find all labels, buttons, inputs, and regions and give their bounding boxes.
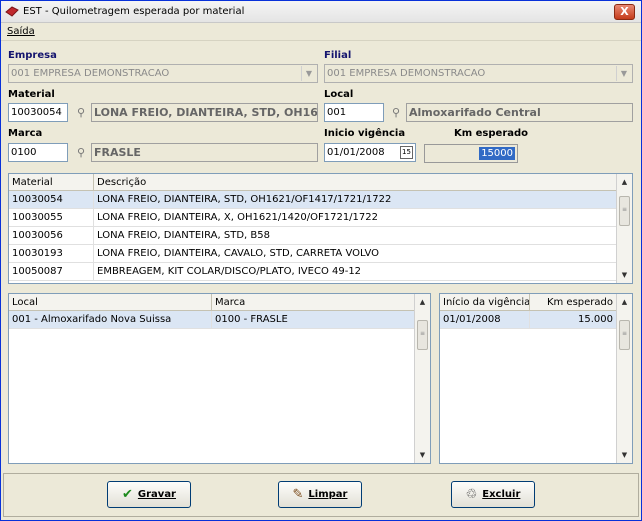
inicio-vigencia-label: Inicio vigência — [324, 128, 406, 139]
table-row[interactable]: 10030056 LONA FREIO, DIANTEIRA, STD, B58 — [9, 227, 617, 245]
marca-cell: 0100 - FRASLE — [212, 311, 415, 329]
descricao-cell: LONA FREIO, DIANTEIRA, STD, OH1621/OF141… — [94, 191, 617, 209]
inicio-vigencia-input[interactable]: 01/01/2008 15 — [324, 143, 416, 162]
empresa-label: Empresa — [8, 50, 57, 61]
locals-table[interactable]: Local Marca 001 - Almoxarifado Nova Suis… — [8, 293, 431, 464]
descricao-cell: EMBREAGEM, KIT COLAR/DISCO/PLATO, IVECO … — [94, 263, 617, 281]
inicio-vigencia-value: 01/01/2008 — [327, 147, 385, 158]
limpar-button[interactable]: ✎ Limpar — [278, 481, 362, 508]
scroll-up-icon[interactable]: ▲ — [415, 294, 430, 310]
table-header: Início da vigência Km esperado — [440, 294, 617, 311]
table-header: Material Descrição — [9, 174, 617, 191]
gravar-label: Gravar — [137, 489, 176, 500]
materials-table[interactable]: Material Descrição 10030054 LONA FREIO, … — [8, 173, 633, 284]
km-esperado-label: Km esperado — [454, 128, 529, 139]
local-description: Almoxarifado Central — [406, 103, 633, 122]
close-button[interactable]: X — [614, 4, 635, 20]
inicio-cell: 01/01/2008 — [440, 311, 530, 329]
material-cell: 10030055 — [9, 209, 94, 227]
column-header-descricao[interactable]: Descrição — [94, 174, 617, 191]
chevron-down-icon: ▼ — [301, 66, 316, 81]
material-cell: 10030054 — [9, 191, 94, 209]
menu-item-saida[interactable]: Saída — [7, 26, 35, 37]
excluir-label: Excluir — [482, 489, 521, 500]
material-cell: 10030056 — [9, 227, 94, 245]
table-row[interactable]: 10030054 LONA FREIO, DIANTEIRA, STD, OH1… — [9, 191, 617, 209]
scroll-down-icon[interactable]: ▼ — [617, 447, 632, 463]
filial-dropdown[interactable]: 001 EMPRESA DEMONSTRACAO ▼ — [324, 64, 633, 83]
gravar-button[interactable]: ✔ Gravar — [107, 481, 191, 508]
calendar-icon[interactable]: 15 — [400, 146, 413, 159]
menu-bar: Saída — [1, 23, 641, 41]
vertical-scrollbar[interactable]: ▲ ≡ ▼ — [616, 174, 632, 283]
checkmark-icon: ✔ — [122, 487, 133, 502]
window-title: EST - Quilometragem esperada por materia… — [23, 6, 245, 17]
km-esperado-input[interactable]: 15000 — [424, 144, 518, 163]
column-header-local[interactable]: Local — [9, 294, 212, 311]
material-code-input[interactable]: 10030054 — [8, 103, 68, 122]
broom-icon: ✎ — [292, 487, 304, 502]
column-header-inicio-vigencia[interactable]: Início da vigência — [440, 294, 530, 311]
material-cell: 10030193 — [9, 245, 94, 263]
scroll-down-icon[interactable]: ▼ — [415, 447, 430, 463]
km-esperado-value: 15000 — [479, 147, 515, 160]
binoculars-icon[interactable]: ⚲ — [72, 144, 90, 162]
scroll-thumb[interactable]: ≡ — [417, 320, 428, 350]
descricao-cell: LONA FREIO, DIANTEIRA, CAVALO, STD, CARR… — [94, 245, 617, 263]
vertical-scrollbar[interactable]: ▲ ≡ ▼ — [616, 294, 632, 463]
local-label: Local — [324, 89, 354, 100]
scroll-up-icon[interactable]: ▲ — [617, 174, 632, 190]
scroll-thumb[interactable]: ≡ — [619, 196, 630, 226]
marca-code-input[interactable]: 0100 — [8, 143, 68, 162]
vigencia-table[interactable]: Início da vigência Km esperado 01/01/200… — [439, 293, 633, 464]
filial-value: 001 EMPRESA DEMONSTRACAO — [327, 68, 486, 79]
scroll-down-icon[interactable]: ▼ — [617, 267, 632, 283]
column-header-marca[interactable]: Marca — [212, 294, 415, 311]
limpar-label: Limpar — [308, 489, 348, 500]
km-cell: 15.000 — [530, 311, 617, 329]
trash-icon: ♲ — [465, 487, 478, 502]
vertical-scrollbar[interactable]: ▲ ≡ ▼ — [414, 294, 430, 463]
binoculars-icon[interactable]: ⚲ — [387, 104, 405, 122]
column-header-km-esperado[interactable]: Km esperado — [530, 294, 617, 311]
table-row[interactable]: 01/01/2008 15.000 — [440, 311, 617, 329]
marca-label: Marca — [8, 128, 43, 139]
binoculars-icon[interactable]: ⚲ — [72, 104, 90, 122]
excluir-button[interactable]: ♲ Excluir — [451, 481, 535, 508]
filial-label: Filial — [324, 50, 352, 61]
table-header: Local Marca — [9, 294, 415, 311]
local-cell: 001 - Almoxarifado Nova Suissa — [9, 311, 212, 329]
chevron-down-icon: ▼ — [616, 66, 631, 81]
empresa-dropdown[interactable]: 001 EMPRESA DEMONSTRACAO ▼ — [8, 64, 318, 83]
column-header-material[interactable]: Material — [9, 174, 94, 191]
local-code-input[interactable]: 001 — [324, 103, 384, 122]
material-cell: 10050087 — [9, 263, 94, 281]
descricao-cell: LONA FREIO, DIANTEIRA, STD, B58 — [94, 227, 617, 245]
empresa-value: 001 EMPRESA DEMONSTRACAO — [11, 68, 170, 79]
table-row[interactable]: 10050087 EMBREAGEM, KIT COLAR/DISCO/PLAT… — [9, 263, 617, 281]
material-label: Material — [8, 89, 55, 100]
app-window: EST - Quilometragem esperada por materia… — [0, 0, 642, 521]
scroll-up-icon[interactable]: ▲ — [617, 294, 632, 310]
table-row[interactable]: 10030055 LONA FREIO, DIANTEIRA, X, OH162… — [9, 209, 617, 227]
app-icon — [5, 6, 19, 17]
material-description: LONA FREIO, DIANTEIRA, STD, OH1621/OF — [91, 103, 318, 122]
table-row[interactable]: 001 - Almoxarifado Nova Suissa 0100 - FR… — [9, 311, 415, 329]
descricao-cell: LONA FREIO, DIANTEIRA, X, OH1621/1420/OF… — [94, 209, 617, 227]
scroll-thumb[interactable]: ≡ — [619, 320, 630, 350]
marca-description: FRASLE — [91, 143, 318, 162]
table-row[interactable]: 10030193 LONA FREIO, DIANTEIRA, CAVALO, … — [9, 245, 617, 263]
title-bar[interactable]: EST - Quilometragem esperada por materia… — [1, 1, 641, 23]
